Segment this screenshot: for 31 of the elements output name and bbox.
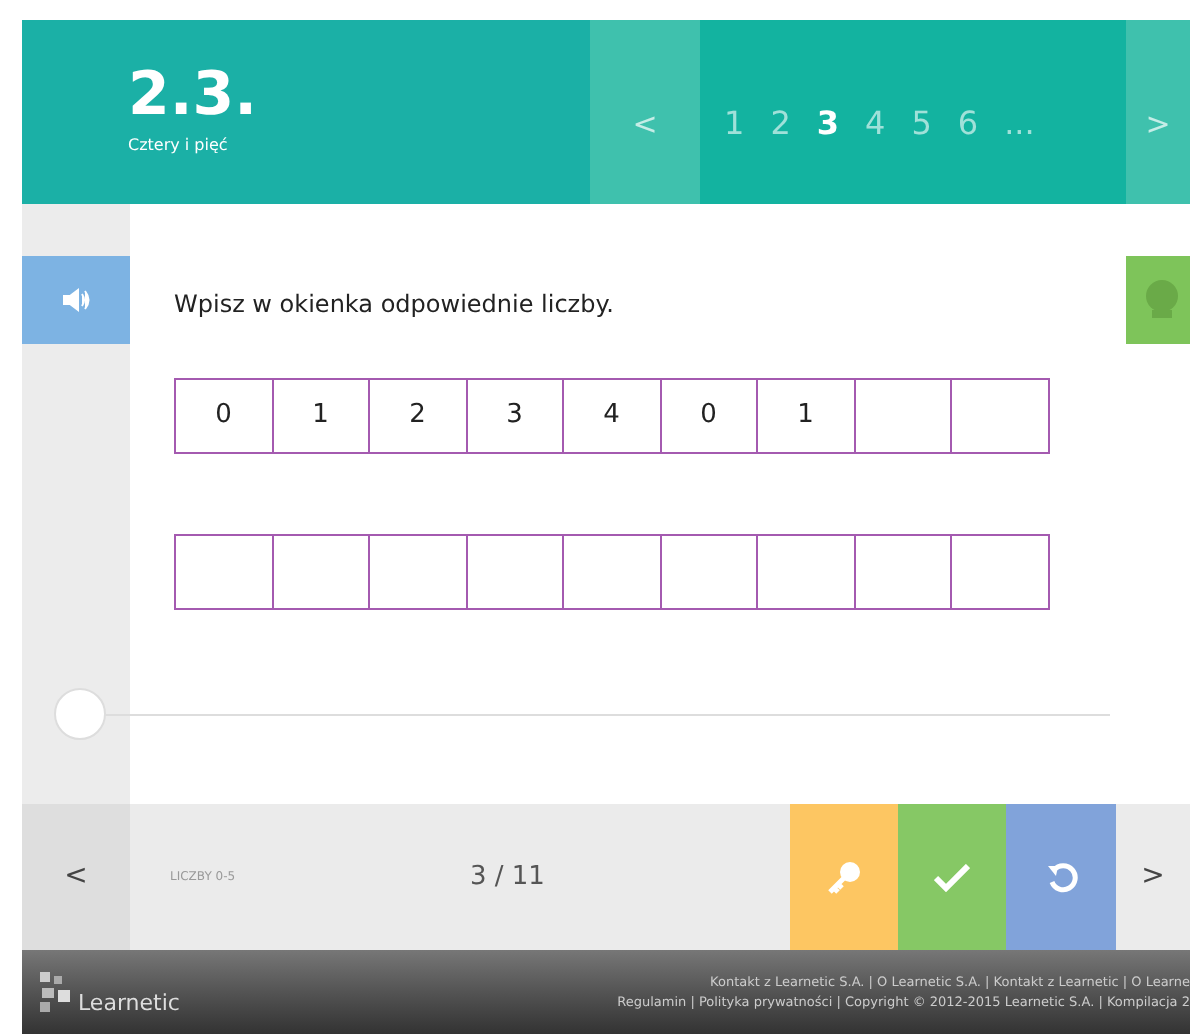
instruction-text: Wpisz w okienka odpowiednie liczby. <box>174 288 616 322</box>
empty-digit-cell[interactable] <box>562 534 661 610</box>
digit-cell[interactable]: 4 <box>562 378 661 454</box>
lesson-number: 2.3. <box>128 66 260 126</box>
page-counter: 3 / 11 <box>470 859 547 896</box>
previous-button[interactable]: < <box>22 804 130 950</box>
empty-digit-cell[interactable] <box>950 534 1049 610</box>
check-icon <box>934 863 970 891</box>
digit-cell[interactable]: 2 <box>368 378 467 454</box>
speaker-icon <box>62 288 90 312</box>
next-button[interactable]: > <box>1116 804 1190 950</box>
empty-digit-cell[interactable] <box>271 534 370 610</box>
logo-icon <box>38 970 74 1014</box>
empty-digit-cell[interactable] <box>756 534 855 610</box>
digit-cell[interactable]: 1 <box>756 378 855 454</box>
reset-icon <box>1045 861 1077 893</box>
key-icon <box>826 859 862 895</box>
digit-cell[interactable]: 3 <box>465 378 564 454</box>
brand-name: Learnetic <box>78 992 180 1014</box>
empty-digit-cell[interactable] <box>368 534 467 610</box>
empty-digit-cell[interactable] <box>853 534 952 610</box>
digit-cell[interactable]: 0 <box>659 378 758 454</box>
lesson-title: Cztery i pięć <box>128 134 230 158</box>
empty-digit-cell[interactable] <box>950 378 1049 454</box>
empty-digit-cell[interactable] <box>659 534 758 610</box>
check-button[interactable] <box>898 804 1006 950</box>
empty-digit-cell[interactable] <box>465 534 564 610</box>
digit-cell[interactable]: 1 <box>271 378 370 454</box>
empty-digit-cell[interactable] <box>174 534 273 610</box>
digit-cell[interactable]: 0 <box>174 378 273 454</box>
empty-digit-cell[interactable] <box>853 378 952 454</box>
